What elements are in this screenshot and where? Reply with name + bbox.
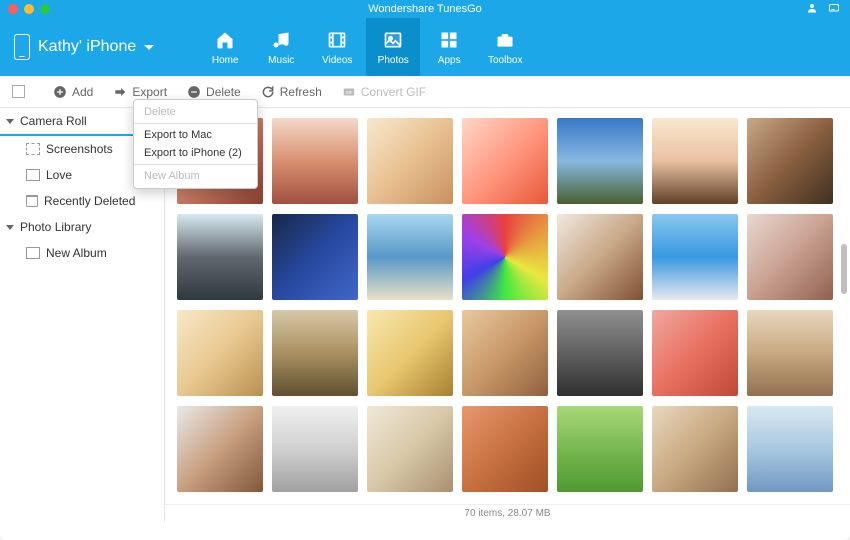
close-icon[interactable]	[8, 4, 18, 14]
phone-icon	[14, 34, 30, 60]
ctx-delete: Delete	[134, 103, 257, 121]
nav-videos[interactable]: Videos	[310, 18, 364, 76]
ctx-export-to-mac[interactable]: Export to Mac	[134, 126, 257, 144]
photo-thumb[interactable]	[462, 406, 548, 492]
photo-thumb[interactable]	[177, 310, 263, 396]
photo-thumb[interactable]	[747, 214, 833, 300]
photo-thumb[interactable]	[272, 310, 358, 396]
status-bar: 70 items, 28.07 MB	[165, 504, 850, 522]
nav-music[interactable]: Music	[254, 18, 308, 76]
screenshot-icon	[26, 143, 40, 155]
photo-thumb[interactable]	[747, 118, 833, 204]
nav-toolbox[interactable]: Toolbox	[478, 18, 532, 76]
photo-thumb[interactable]	[557, 406, 643, 492]
nav-photos[interactable]: Photos	[366, 18, 420, 76]
photo-thumb[interactable]	[367, 310, 453, 396]
photo-thumb[interactable]	[652, 406, 738, 492]
chevron-down-icon	[6, 225, 14, 230]
chevron-down-icon	[6, 119, 14, 124]
apps-icon	[437, 29, 461, 51]
ctx-export-to-iphone[interactable]: Export to iPhone (2)	[134, 144, 257, 162]
photo-thumb[interactable]	[747, 310, 833, 396]
select-all-checkbox[interactable]	[12, 85, 25, 98]
album-icon	[26, 169, 40, 181]
message-icon[interactable]	[828, 2, 840, 17]
separator	[134, 123, 257, 124]
app-title: Wondershare TunesGo	[368, 3, 482, 15]
svg-text:GIF: GIF	[345, 89, 352, 94]
album-icon	[26, 247, 40, 259]
toolbox-icon	[493, 29, 517, 51]
photo-thumb[interactable]	[462, 118, 548, 204]
photo-thumb[interactable]	[367, 406, 453, 492]
photo-thumb[interactable]	[462, 310, 548, 396]
photo-thumb[interactable]	[367, 214, 453, 300]
photo-thumb[interactable]	[557, 310, 643, 396]
refresh-button[interactable]: Refresh	[261, 85, 322, 99]
ctx-new-album: New Album	[134, 167, 257, 185]
user-icon[interactable]	[806, 2, 818, 17]
home-icon	[213, 29, 237, 51]
photo-grid	[165, 108, 850, 504]
trash-icon	[26, 195, 38, 207]
device-name: Kathy' iPhone	[38, 38, 136, 56]
photo-thumb[interactable]	[272, 118, 358, 204]
nav-apps[interactable]: Apps	[422, 18, 476, 76]
photo-thumb[interactable]	[652, 118, 738, 204]
photo-thumb[interactable]	[367, 118, 453, 204]
delete-button[interactable]: Delete	[187, 85, 241, 99]
photos-icon	[381, 29, 405, 51]
photo-thumb[interactable]	[747, 406, 833, 492]
separator	[134, 164, 257, 165]
photo-thumb[interactable]	[462, 214, 548, 300]
photo-thumb[interactable]	[272, 214, 358, 300]
minimize-icon[interactable]	[24, 4, 34, 14]
scrollbar-thumb[interactable]	[841, 244, 847, 294]
photo-thumb[interactable]	[557, 118, 643, 204]
photo-thumb[interactable]	[557, 214, 643, 300]
sidebar-item-new-album[interactable]: New Album	[0, 240, 164, 266]
context-menu: Delete Export to Mac Export to iPhone (2…	[133, 99, 258, 189]
sidebar-group-photo-library[interactable]: Photo Library	[0, 214, 164, 240]
header-nav: Kathy' iPhone Home Music Videos Photos	[0, 18, 850, 76]
sidebar-item-recently-deleted[interactable]: Recently Deleted	[0, 188, 164, 214]
music-icon	[269, 29, 293, 51]
titlebar: Wondershare TunesGo	[0, 0, 850, 18]
photo-thumb[interactable]	[652, 310, 738, 396]
toolbar: Add Export Delete Refresh GIF Convert GI…	[0, 76, 850, 108]
add-button[interactable]: Add	[53, 85, 93, 99]
maximize-icon[interactable]	[40, 4, 50, 14]
photo-thumb[interactable]	[652, 214, 738, 300]
photo-thumb[interactable]	[272, 406, 358, 492]
photo-thumb[interactable]	[177, 406, 263, 492]
window-controls	[8, 4, 50, 14]
photo-thumb[interactable]	[177, 214, 263, 300]
nav-home[interactable]: Home	[198, 18, 252, 76]
videos-icon	[325, 29, 349, 51]
convert-gif-button[interactable]: GIF Convert GIF	[342, 85, 426, 99]
device-selector[interactable]: Kathy' iPhone	[14, 34, 174, 60]
export-button[interactable]: Export	[113, 85, 167, 99]
chevron-down-icon	[144, 45, 154, 50]
